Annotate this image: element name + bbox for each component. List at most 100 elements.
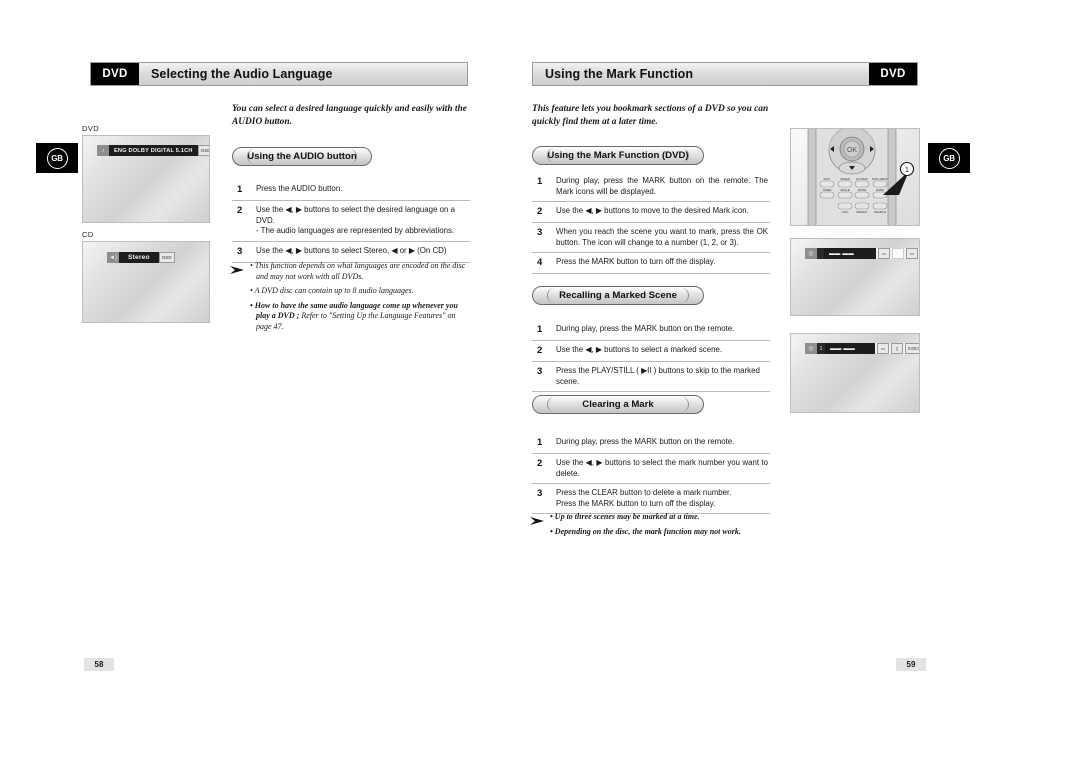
pill-using-mark-function: Using the Mark Function (DVD) — [532, 146, 704, 165]
svg-text:REPEAT: REPEAT — [857, 210, 868, 214]
step-text: Press the AUDIO button. — [256, 184, 343, 193]
step-text: During play, press the MARK button on th… — [556, 324, 735, 333]
step-row: 1 Press the AUDIO button. — [232, 180, 470, 201]
svg-text:SEARCH: SEARCH — [874, 210, 886, 214]
step-text: Use the ◀, ▶ buttons to select the mark … — [556, 458, 768, 478]
step-text: Press the CLEAR button to delete a mark … — [556, 488, 732, 508]
osd-cd-text: Stereo — [119, 252, 159, 263]
step-row: 2 Use the ◀, ▶ buttons to select the mar… — [532, 454, 770, 484]
step-row: 4 Press the MARK button to turn off the … — [532, 253, 770, 274]
step-number: 2 — [537, 345, 543, 356]
svg-text:OK: OK — [847, 147, 857, 154]
osd-bar-cd: ◄) Stereo OSD — [107, 252, 175, 263]
osd-bar-mark-number: ◎ 1 ▬▬ ▬▬ ▭ ▯ 0:00:00 — [805, 343, 919, 354]
step-number: 4 — [537, 257, 543, 268]
pill-clearing-a-mark: Clearing a Mark — [532, 395, 704, 414]
mark-icon-2 — [892, 248, 904, 259]
step-row: 1 During play, press the MARK button on … — [532, 433, 770, 454]
note-arrow-icon — [530, 512, 550, 541]
step-text: During play, press the MARK button on th… — [556, 437, 735, 446]
step-number: 2 — [537, 458, 543, 469]
osd-marks-text: ▬▬ ▬▬ — [824, 248, 876, 259]
tv-screen-dvd: ♪ ENG DOLBY DIGITAL 5.1CH OSD — [82, 135, 210, 223]
osd-mark-number: 1 — [817, 343, 825, 354]
pill-label: Using the Mark Function (DVD) — [547, 150, 689, 161]
step-number: 1 — [537, 176, 543, 187]
tv-screen-cd: ◄) Stereo OSD — [82, 241, 210, 323]
note-bullet: • A DVD disc can contain up to 8 audio l… — [250, 286, 414, 295]
remote-control-illustration: OK INFO SPEED EZ VIEW DISC MENU TIMER AN… — [790, 128, 920, 226]
svg-text:DISC MENU: DISC MENU — [872, 177, 888, 181]
osd-tag-dvd: OSD — [197, 145, 209, 156]
svg-text:MODE: MODE — [858, 188, 867, 192]
note-bullet: • Depending on the disc, the mark functi… — [550, 526, 741, 536]
steplist-clear: 1 During play, press the MARK button on … — [532, 433, 770, 514]
mark-icon-3: ▭ — [906, 248, 918, 259]
left-page-titlebar: DVD Selecting the Audio Language — [90, 62, 468, 86]
mark-icon-1: ▭ — [878, 248, 890, 259]
osd-time: 0:00:00 — [905, 343, 919, 354]
right-page-titlebar: Using the Mark Function DVD — [532, 62, 918, 86]
step-row: 3 Use the ◀, ▶ buttons to select Stereo,… — [232, 242, 470, 263]
step-row: 3 When you reach the scene you want to m… — [532, 223, 770, 253]
page-number-right: 59 — [896, 658, 926, 671]
right-page: GB Using the Mark Function DVD This feat… — [530, 0, 1080, 763]
steplist-mark: 1 During play, press the MARK button on … — [532, 172, 770, 274]
step-row: 2 Use the ◀, ▶ buttons to select the des… — [232, 201, 470, 242]
step-number: 3 — [537, 488, 543, 499]
svg-text:MARK: MARK — [876, 188, 884, 192]
step-number: 1 — [537, 437, 543, 448]
tv-screen-mark-number: ◎ 1 ▬▬ ▬▬ ▭ ▯ 0:00:00 — [790, 333, 920, 413]
step-row: 1 During play, press the MARK button on … — [532, 320, 770, 341]
osd-mark-icons: ▭ ▭ — [876, 248, 919, 259]
note-bullets-right: • Up to three scenes may be marked at a … — [550, 512, 772, 541]
note-bullet: • This function depends on what language… — [250, 261, 466, 281]
step-number: 1 — [237, 184, 243, 195]
step-number: 3 — [237, 245, 243, 257]
osd-audio-text: ENG DOLBY DIGITAL 5.1CH — [109, 145, 198, 156]
step-row: 2 Use the ◀, ▶ buttons to move to the de… — [532, 202, 770, 223]
steplist-recall: 1 During play, press the MARK button on … — [532, 320, 770, 392]
disc-icon: ◎ — [805, 343, 817, 354]
left-page: GB DVD Selecting the Audio Language You … — [0, 0, 540, 763]
step-number: 3 — [537, 366, 543, 377]
step-number: 2 — [537, 206, 543, 217]
dvd-badge-right: DVD — [869, 63, 917, 85]
osd-tag-cd: OSD — [158, 252, 175, 263]
step-row: 3 Press the CLEAR button to delete a mar… — [532, 484, 770, 514]
mark-icon-2: ▯ — [891, 343, 903, 354]
audio-icon: ♪ — [97, 145, 109, 156]
svg-text:ANGLE: ANGLE — [840, 188, 850, 192]
step-text: Use the ◀, ▶ buttons to move to the desi… — [556, 206, 749, 215]
step-text: Press the PLAY/STILL ( ▶II ) buttons to … — [556, 366, 760, 386]
note-bullet: • Up to three scenes may be marked at a … — [550, 512, 700, 521]
svg-text:EZ VIEW: EZ VIEW — [856, 177, 868, 181]
language-tab-label: GB — [938, 147, 960, 169]
step-row: 2 Use the ◀, ▶ buttons to select a marke… — [532, 341, 770, 362]
step-number: 3 — [537, 227, 543, 238]
step-row: 1 During play, press the MARK button on … — [532, 172, 770, 202]
svg-text:1 PLL: 1 PLL — [841, 210, 849, 214]
step-text: When you reach the scene you want to mar… — [556, 227, 768, 247]
svg-text:INFO: INFO — [824, 177, 832, 181]
osd-chip-blank — [817, 248, 824, 259]
step-text: Use the ◀, ▶ buttons to select Stereo, ◀… — [256, 245, 447, 255]
step-number: 2 — [237, 205, 243, 216]
step-text: During play, press the MARK button on th… — [556, 176, 768, 196]
mark-icon-1: ▭ — [877, 343, 889, 354]
note-block-left: • This function depends on what language… — [230, 261, 472, 336]
osd-mark-icons-2: ▭ ▯ 0:00:00 — [875, 343, 919, 354]
note-bullets-left: • This function depends on what language… — [250, 261, 472, 336]
language-tab-gb-right: GB — [928, 143, 970, 173]
step-row: 3 Press the PLAY/STILL ( ▶II ) buttons t… — [532, 362, 770, 392]
note-arrow-icon — [230, 261, 250, 336]
note-block-right: • Up to three scenes may be marked at a … — [530, 512, 772, 541]
pill-label: Recalling a Marked Scene — [559, 290, 677, 301]
right-page-title: Using the Mark Function — [533, 63, 869, 85]
dvd-badge-left: DVD — [91, 63, 139, 85]
step-text: Use the ◀, ▶ buttons to select the desir… — [256, 205, 456, 235]
pill-recalling-marked-scene: Recalling a Marked Scene — [532, 286, 704, 305]
svg-text:1: 1 — [905, 167, 909, 174]
osd-bar-marks: ◎ ▬▬ ▬▬ ▭ ▭ — [805, 248, 919, 259]
tv-screen-marks: ◎ ▬▬ ▬▬ ▭ ▭ — [790, 238, 920, 316]
